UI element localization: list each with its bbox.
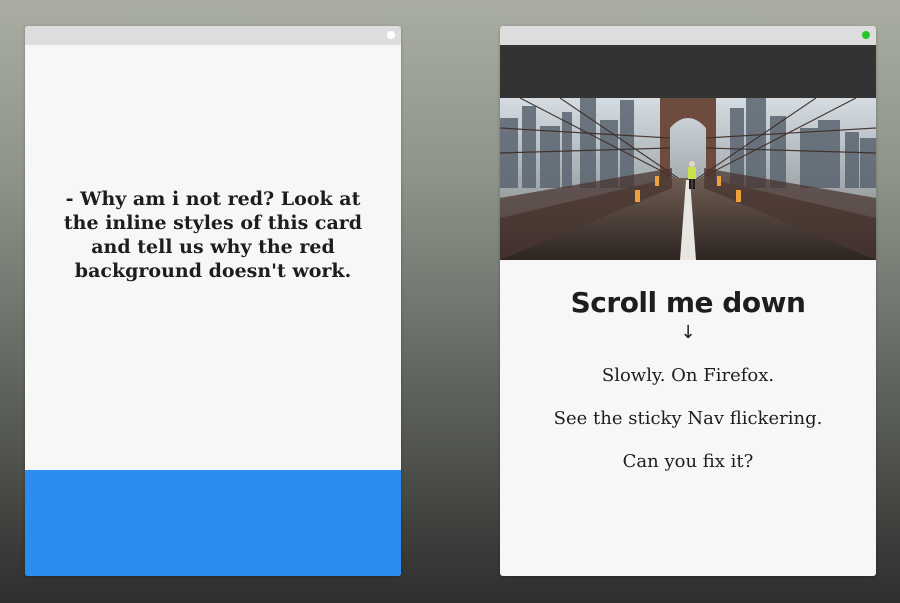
left-card-message: - Why am i not red? Look at the inline s… xyxy=(63,187,363,282)
sticky-nav xyxy=(500,45,876,98)
right-card-titlebar xyxy=(500,26,876,45)
bridge-photo xyxy=(500,98,876,260)
paragraph-2: See the sticky Nav flickering. xyxy=(553,408,823,429)
paragraph-3: Can you fix it? xyxy=(622,451,754,472)
left-card-footer xyxy=(25,470,401,576)
right-card-title: Scroll me down xyxy=(570,286,806,319)
paragraph-1: Slowly. On Firefox. xyxy=(601,365,775,386)
left-titlebar-dot xyxy=(387,31,395,39)
right-titlebar-dot xyxy=(862,31,870,39)
hero-image xyxy=(500,98,876,260)
down-arrow-icon: ↓ xyxy=(680,322,696,343)
left-card-titlebar xyxy=(25,26,401,45)
right-card-content: Scroll me down ↓ Slowly. On Firefox. See… xyxy=(500,286,876,473)
left-card: - Why am i not red? Look at the inline s… xyxy=(25,26,401,576)
left-card-body: - Why am i not red? Look at the inline s… xyxy=(25,45,401,470)
right-card[interactable]: Scroll me down ↓ Slowly. On Firefox. See… xyxy=(500,26,876,576)
